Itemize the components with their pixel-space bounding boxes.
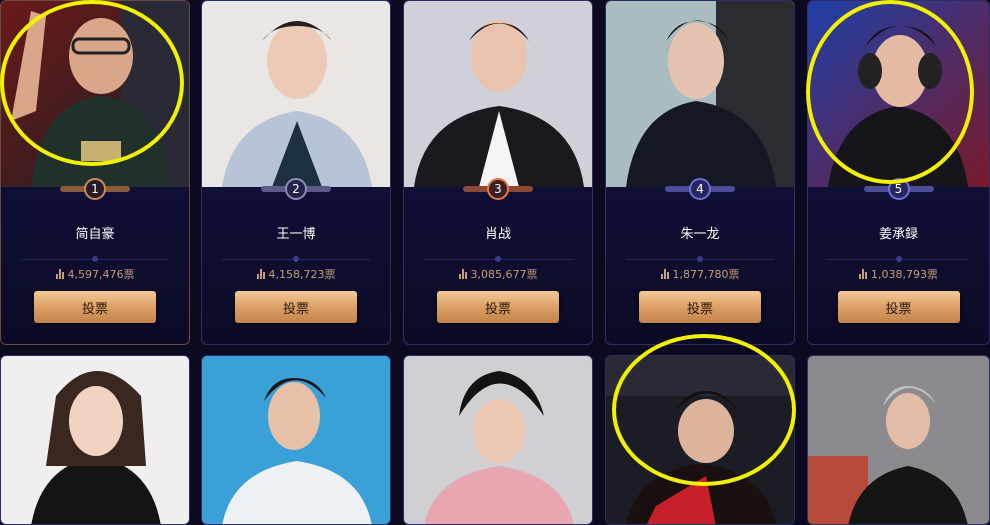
candidate-photo: [606, 1, 794, 187]
vote-button[interactable]: 投票: [437, 291, 559, 323]
candidate-photo: [606, 356, 794, 524]
candidate-card-4[interactable]: 4 朱一龙 1,877,780票 投票: [605, 0, 795, 345]
rank-badge: 1: [1, 175, 189, 203]
candidate-card-9[interactable]: [605, 355, 795, 525]
vote-button[interactable]: 投票: [34, 291, 156, 323]
candidate-photo: [202, 1, 390, 187]
vote-ranking-grid: 1 简自豪 4,597,476票 投票 2 王一博 4,158,723票 投票 …: [0, 0, 990, 525]
candidate-card-10[interactable]: [807, 355, 990, 525]
bar-chart-icon: [55, 269, 64, 279]
rank-number: 2: [285, 178, 307, 200]
candidate-name: 简自豪: [75, 227, 115, 242]
candidate-photo: [202, 356, 390, 524]
candidate-photo: [1, 356, 189, 524]
rank-badge: 3: [404, 175, 592, 203]
rank-number: 4: [689, 178, 711, 200]
candidate-name: 姜承録: [878, 227, 918, 242]
rank-number: 3: [487, 178, 509, 200]
bar-chart-icon: [859, 269, 867, 279]
candidate-card-6[interactable]: [0, 355, 190, 525]
bar-chart-icon: [256, 269, 265, 279]
rank-badge: 5: [808, 175, 989, 203]
vote-count: 3,085,677票: [404, 266, 592, 282]
rank-badge: 4: [606, 175, 794, 203]
candidate-card-7[interactable]: [201, 355, 391, 525]
candidate-photo: [808, 356, 989, 524]
candidate-photo: [404, 1, 592, 187]
candidate-card-2[interactable]: 2 王一博 4,158,723票 投票: [201, 0, 391, 345]
vote-button[interactable]: 投票: [235, 291, 357, 323]
bar-chart-icon: [660, 269, 669, 279]
candidate-photo: [1, 1, 189, 187]
vote-button[interactable]: 投票: [639, 291, 761, 323]
rank-badge: 2: [202, 175, 390, 203]
candidate-photo: [808, 1, 989, 187]
candidate-card-5[interactable]: 5 姜承録 1,038,793票 投票: [807, 0, 990, 345]
vote-count: 4,158,723票: [202, 266, 390, 282]
rank-number: 5: [887, 178, 910, 200]
vote-count: 1,038,793票: [808, 266, 989, 282]
vote-button[interactable]: 投票: [837, 291, 960, 323]
vote-count: 4,597,476票: [1, 266, 189, 282]
candidate-card-1[interactable]: 1 简自豪 4,597,476票 投票: [0, 0, 190, 345]
vote-count: 1,877,780票: [606, 266, 794, 282]
candidate-card-8[interactable]: [403, 355, 593, 525]
candidate-name: 朱一龙: [680, 227, 720, 242]
candidate-photo: [404, 356, 592, 524]
candidate-name: 肖战: [484, 227, 511, 242]
candidate-name: 王一博: [276, 227, 316, 242]
candidate-card-3[interactable]: 3 肖战 3,085,677票 投票: [403, 0, 593, 345]
bar-chart-icon: [458, 269, 467, 279]
rank-number: 1: [84, 178, 106, 200]
